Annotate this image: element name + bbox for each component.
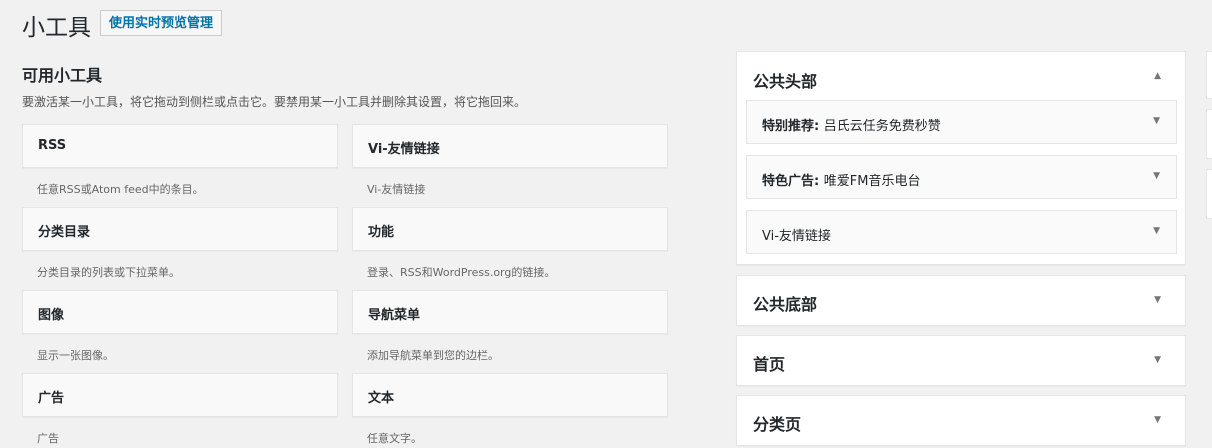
arrow-down-icon[interactable]: ▼ — [1153, 226, 1160, 236]
widget-title: 图像 — [38, 308, 65, 323]
placed-widget[interactable]: 特别推荐: 吕氏云任务免费秒赞 ▼ — [746, 100, 1177, 144]
sidebar-title: 公共底部 — [753, 295, 818, 314]
placed-widget-label: Vi-友情链接 — [762, 229, 831, 244]
widget-meta[interactable]: 功能 — [352, 207, 668, 251]
widget-title: 导航菜单 — [368, 308, 421, 323]
widget-title: 文本 — [368, 391, 395, 406]
widget-title: 分类目录 — [38, 225, 91, 240]
arrow-down-icon[interactable]: ▼ — [1154, 295, 1161, 305]
placed-widget[interactable]: 特色广告: 唯爱FM音乐电台 ▼ — [746, 155, 1177, 199]
page-title: 小工具 — [22, 15, 91, 41]
widget-description: 广告 — [37, 432, 59, 445]
sidebar-category-page[interactable]: 分类页 ▼ — [736, 395, 1186, 446]
arrow-down-icon[interactable]: ▼ — [1154, 415, 1161, 425]
widget-image[interactable]: 图像 — [22, 290, 338, 334]
arrow-up-icon[interactable]: ▲ — [1154, 71, 1161, 81]
arrow-down-icon[interactable]: ▼ — [1154, 355, 1161, 365]
offscreen-sidebar-panel[interactable] — [1206, 51, 1212, 99]
available-widgets-description: 要激活某一小工具，将它拖动到侧栏或点击它。要禁用某一小工具并删除其设置，将它拖回… — [22, 95, 527, 109]
available-widgets-title: 可用小工具 — [22, 66, 103, 85]
offscreen-sidebar-panel[interactable] — [1206, 109, 1212, 159]
widget-categories[interactable]: 分类目录 — [22, 207, 338, 251]
offscreen-sidebar-panel[interactable] — [1206, 169, 1212, 219]
sidebar-title: 分类页 — [753, 415, 802, 434]
widget-description: 分类目录的列表或下拉菜单。 — [37, 266, 180, 279]
arrow-down-icon[interactable]: ▼ — [1153, 116, 1160, 126]
widget-rss[interactable]: RSS — [22, 124, 338, 168]
live-preview-button[interactable]: 使用实时预览管理 — [100, 10, 223, 36]
widget-nav-menu[interactable]: 导航菜单 — [352, 290, 668, 334]
placed-widget[interactable]: Vi-友情链接 ▼ — [746, 210, 1177, 254]
placed-widget-label: 特别推荐: 吕氏云任务免费秒赞 — [762, 119, 941, 134]
widget-vi-friend-links[interactable]: Vi-友情链接 — [352, 124, 668, 168]
widget-description: Vi-友情链接 — [367, 183, 426, 196]
widget-description: 任意RSS或Atom feed中的条目。 — [37, 183, 204, 196]
widget-description: 添加导航菜单到您的边栏。 — [367, 349, 499, 362]
widget-text[interactable]: 文本 — [352, 373, 668, 417]
widget-ad[interactable]: 广告 — [22, 373, 338, 417]
sidebar-home[interactable]: 首页 ▼ — [736, 335, 1186, 386]
placed-widget-label: 特色广告: 唯爱FM音乐电台 — [762, 174, 921, 189]
widget-title: RSS — [38, 138, 67, 153]
widget-title: Vi-友情链接 — [368, 142, 440, 157]
sidebar-footer-area[interactable]: 公共底部 ▼ — [736, 275, 1186, 326]
widget-description: 任意文字。 — [367, 432, 422, 445]
widget-title: 功能 — [368, 225, 395, 240]
sidebar-header-area: 公共头部 ▲ 特别推荐: 吕氏云任务免费秒赞 ▼ 特色广告: 唯爱FM音乐电台 … — [736, 51, 1186, 265]
sidebar-title[interactable]: 公共头部 — [753, 68, 817, 92]
arrow-down-icon[interactable]: ▼ — [1153, 171, 1160, 181]
widget-title: 广告 — [38, 391, 65, 406]
widget-description: 登录、RSS和WordPress.org的链接。 — [367, 266, 556, 279]
widget-description: 显示一张图像。 — [37, 349, 114, 362]
sidebar-title: 首页 — [753, 355, 786, 374]
